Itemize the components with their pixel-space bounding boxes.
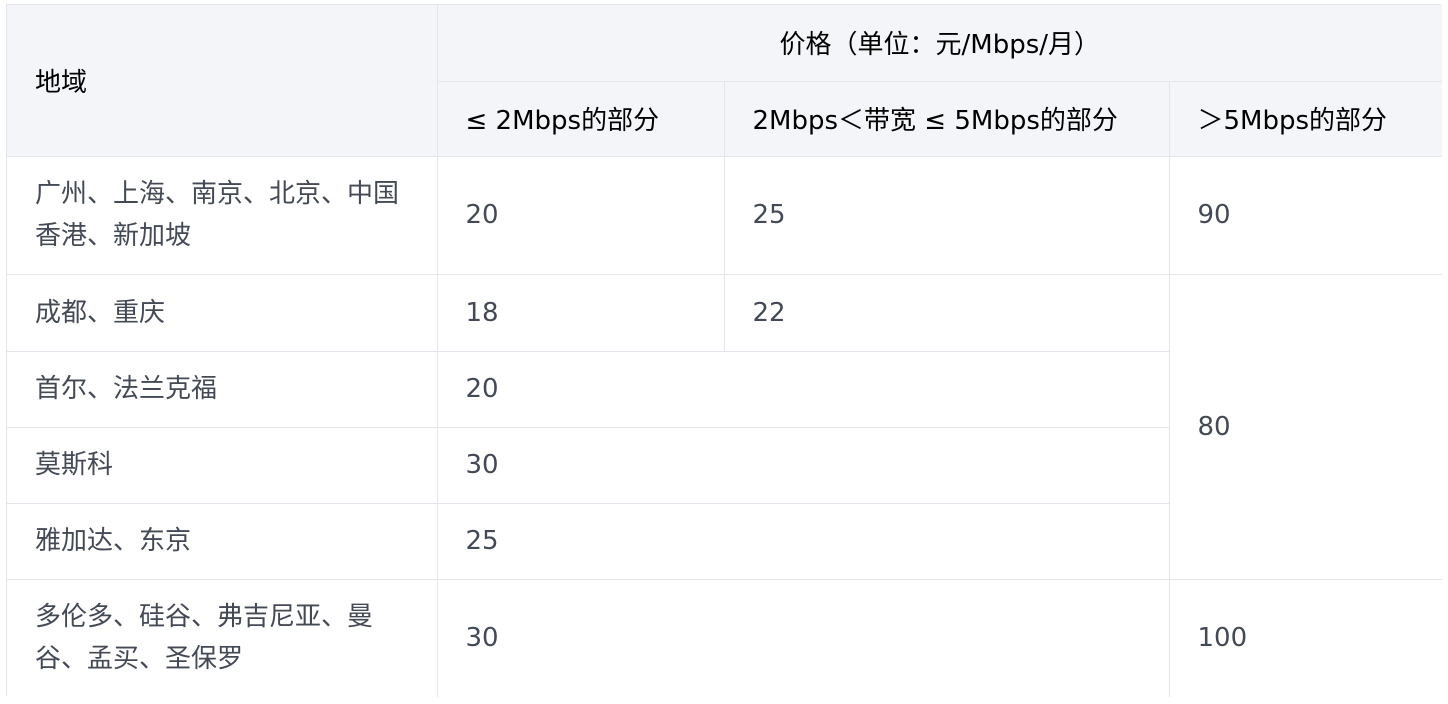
region-cell: 成都、重庆	[7, 273, 438, 352]
region-cell: 广州、上海、南京、北京、中国香港、新加坡	[7, 155, 438, 275]
header-price: 价格（单位：元/Mbps/月）	[436, 5, 1443, 82]
region-cell: 首尔、法兰克福	[7, 350, 438, 428]
tier12-cell: 25	[436, 502, 1169, 580]
header-row: 地域 价格（单位：元/Mbps/月）	[7, 5, 1443, 157]
bandwidth-pricing-table: 地域 价格（单位：元/Mbps/月） ≤ 2Mbps的部分 2Mbps＜带宽 ≤…	[7, 5, 1443, 697]
tier2-cell: 22	[723, 273, 1170, 352]
tier2-cell: 25	[723, 155, 1170, 275]
header-tier3: ＞5Mbps的部分	[1168, 80, 1443, 157]
tier1-cell: 18	[436, 273, 725, 352]
table-row: 成都、重庆 18 22 80	[7, 273, 1443, 580]
tier3-cell: 90	[1168, 155, 1443, 275]
pricing-table-container: 地域 价格（单位：元/Mbps/月） ≤ 2Mbps的部分 2Mbps＜带宽 ≤…	[6, 4, 1443, 697]
tier3-cell: 80	[1168, 273, 1443, 580]
region-cell: 多伦多、硅谷、弗吉尼亚、曼谷、孟买、圣保罗	[7, 578, 438, 697]
tier12-cell: 20	[436, 350, 1169, 428]
table-row: 多伦多、硅谷、弗吉尼亚、曼谷、孟买、圣保罗 30 100	[7, 578, 1443, 697]
header-region: 地域	[7, 5, 438, 157]
tier12-cell: 30	[436, 426, 1169, 504]
tier3-cell: 100	[1168, 578, 1443, 697]
table-row: 广州、上海、南京、北京、中国香港、新加坡 20 25 90	[7, 155, 1443, 275]
region-cell: 莫斯科	[7, 426, 438, 504]
header-tier1: ≤ 2Mbps的部分	[437, 80, 725, 157]
tier1-cell: 20	[436, 155, 725, 275]
region-cell: 雅加达、东京	[7, 502, 438, 580]
header-tier2: 2Mbps＜带宽 ≤ 5Mbps的部分	[723, 80, 1170, 157]
tier12-cell: 30	[436, 578, 1170, 697]
